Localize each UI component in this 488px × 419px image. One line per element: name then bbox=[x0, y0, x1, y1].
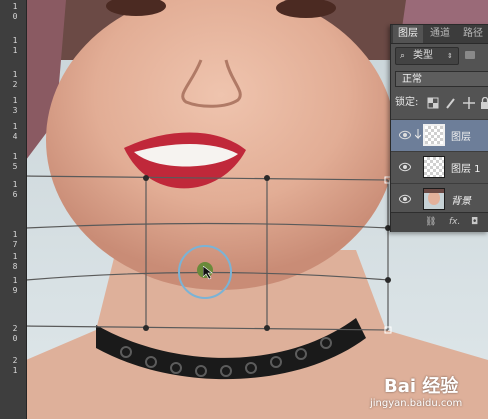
ruler-label: 0 bbox=[12, 12, 18, 21]
chevron-updown-icon: ⇕ bbox=[447, 52, 453, 60]
layer-thumbnail[interactable] bbox=[423, 156, 445, 178]
eye-icon[interactable] bbox=[399, 194, 411, 204]
panel-tab-bar: 图层 通道 路径 bbox=[391, 25, 488, 44]
layer-name[interactable]: 背景 bbox=[451, 192, 471, 207]
ruler-label: 5 bbox=[12, 162, 18, 171]
arrow-cursor-icon bbox=[203, 266, 213, 280]
layer-row[interactable]: 图层 bbox=[391, 119, 488, 151]
lock-all-icon[interactable] bbox=[479, 97, 488, 109]
lock-move-icon[interactable] bbox=[463, 97, 475, 109]
tab-layers[interactable]: 图层 bbox=[393, 25, 423, 43]
portrait-thumbnail bbox=[424, 189, 444, 209]
layer-name[interactable]: 图层 bbox=[451, 128, 471, 143]
filter-type-label: 类型 bbox=[413, 50, 433, 61]
baidu-watermark: Bai 经验 jingyan.baidu.com bbox=[366, 368, 484, 416]
layers-panel-footer: ⛓ fx. ◘ bbox=[391, 212, 488, 232]
layer-row[interactable]: 图层 1 bbox=[391, 151, 488, 183]
tab-channels[interactable]: 通道 bbox=[425, 25, 455, 43]
ruler-label: 4 bbox=[12, 132, 18, 141]
layer-name[interactable]: 图层 1 bbox=[451, 160, 481, 175]
ruler-label: 1 bbox=[12, 36, 18, 45]
lock-row: 锁定: bbox=[395, 95, 488, 111]
clip-arrow-icon bbox=[415, 129, 421, 140]
layer-thumbnail[interactable] bbox=[423, 188, 445, 210]
ruler-label: 1 bbox=[12, 366, 18, 375]
ruler-label: 2 bbox=[12, 324, 18, 333]
ruler-label: 1 bbox=[12, 152, 18, 161]
layer-filter-select[interactable]: ⌕ 类型 ⇕ bbox=[395, 47, 459, 65]
ruler-label: 0 bbox=[12, 334, 18, 343]
ruler-label: 9 bbox=[12, 286, 18, 295]
ruler-label: 1 bbox=[12, 180, 18, 189]
ruler-label: 1 bbox=[12, 2, 18, 11]
layer-thumbnail[interactable] bbox=[423, 124, 445, 146]
ruler-label: 8 bbox=[12, 262, 18, 271]
layer-row[interactable]: 背景 bbox=[391, 183, 488, 212]
filter-image-icon[interactable] bbox=[465, 51, 475, 59]
ruler-label: 2 bbox=[12, 356, 18, 365]
watermark-domain: jingyan.baidu.com bbox=[370, 398, 463, 409]
mask-icon[interactable]: ◘ bbox=[471, 217, 478, 227]
fx-icon[interactable]: fx. bbox=[449, 217, 460, 227]
ruler-label: 1 bbox=[12, 252, 18, 261]
watermark-brand: Bai 经验 bbox=[384, 376, 459, 397]
layers-panel[interactable]: 图层 通道 路径 ⌕ 类型 ⇕ 正常 锁定: 图层 图层 1 背景 ⛓ fx. … bbox=[390, 24, 488, 232]
ruler-label: 1 bbox=[12, 230, 18, 239]
blend-mode-select[interactable]: 正常 bbox=[395, 71, 488, 87]
lock-label: 锁定: bbox=[395, 97, 419, 108]
link-icon[interactable]: ⛓ bbox=[425, 217, 436, 227]
ruler-label: 6 bbox=[12, 190, 18, 199]
lock-brush-icon[interactable] bbox=[445, 97, 457, 109]
ruler-label: 1 bbox=[12, 70, 18, 79]
ruler-label: 3 bbox=[12, 106, 18, 115]
eye-icon[interactable] bbox=[399, 130, 411, 140]
ruler-label: 1 bbox=[12, 276, 18, 285]
ruler-label: 1 bbox=[12, 122, 18, 131]
lock-transparent-icon[interactable] bbox=[427, 97, 439, 109]
eye-icon[interactable] bbox=[399, 162, 411, 172]
ruler-label: 7 bbox=[12, 240, 18, 249]
vertical-ruler[interactable]: 1 0 1 1 1 2 1 3 1 4 1 5 1 6 1 7 1 8 1 9 … bbox=[0, 0, 27, 419]
ruler-label: 1 bbox=[12, 96, 18, 105]
search-icon: ⌕ bbox=[400, 51, 406, 61]
ruler-label: 2 bbox=[12, 80, 18, 89]
tab-paths[interactable]: 路径 bbox=[457, 25, 488, 43]
ruler-label: 1 bbox=[12, 46, 18, 55]
